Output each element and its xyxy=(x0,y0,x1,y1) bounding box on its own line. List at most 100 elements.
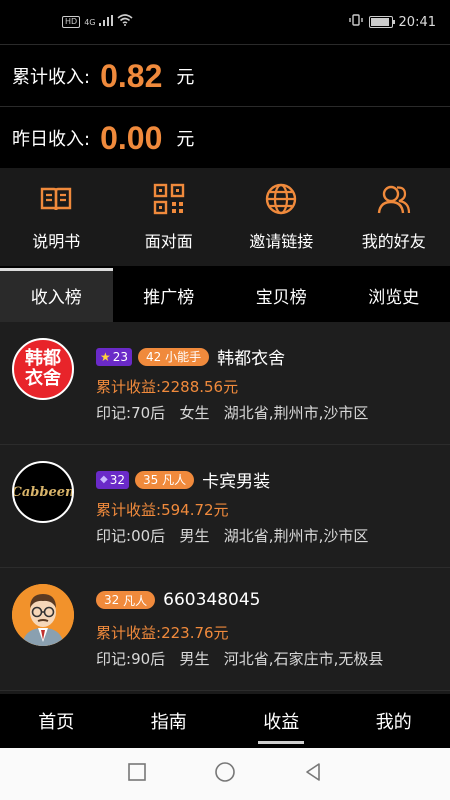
tag-age: 00后 xyxy=(131,527,166,545)
tag-label: 印记: xyxy=(96,527,132,545)
tag-age: 70后 xyxy=(131,404,166,422)
system-nav-bar xyxy=(0,748,450,800)
tag-location: 湖北省,荆州市,沙市区 xyxy=(223,527,369,545)
network-type: 4G xyxy=(84,17,96,27)
user-earnings: 累计收益:594.72元 xyxy=(96,499,229,520)
level-title: 凡人 xyxy=(162,473,187,487)
level-badge: 42 小能手 xyxy=(138,347,210,366)
star-badge: ★ 23 xyxy=(96,347,133,366)
status-left: HD 4G xyxy=(0,14,134,30)
face-to-face-label: 面对面 xyxy=(144,232,193,251)
earnings-value: 594.72元 xyxy=(161,501,229,519)
avatar: Cabbeen xyxy=(12,461,74,523)
tag-label: 印记: xyxy=(96,404,132,422)
tag-location: 湖北省,荆州市,沙市区 xyxy=(223,404,369,422)
tag-age: 90后 xyxy=(131,650,166,668)
nav-home[interactable]: 首页 xyxy=(0,694,113,748)
recent-apps-button[interactable] xyxy=(126,761,148,787)
list-item[interactable]: Cabbeen ◆ 32 35 凡人 卡宾男装 累计收益:594.72元 印记:… xyxy=(0,445,450,568)
diamond-count: 32 xyxy=(109,472,125,487)
level-title: 凡人 xyxy=(123,593,148,608)
earnings-value: 223.76元 xyxy=(161,624,229,642)
tag-gender: 男生 xyxy=(179,650,210,668)
user-list: 韩都 衣舍 ★ 23 42 小能手 韩都衣舍 累计收益:2288.56元 印记:… xyxy=(0,322,450,694)
diamond-icon: ◆ xyxy=(100,474,108,485)
face-to-face-button[interactable]: 面对面 xyxy=(113,168,226,266)
user-earnings: 累计收益:2288.56元 xyxy=(96,376,238,397)
my-friends-button[interactable]: 我的好友 xyxy=(338,168,450,266)
level-badge: 35 凡人 xyxy=(134,470,195,489)
user-name: 660348045 xyxy=(163,590,261,610)
tab-income-rank[interactable]: 收入榜 xyxy=(0,268,113,322)
clock: 20:41 xyxy=(398,14,436,30)
avatar: 韩都 衣舍 xyxy=(12,338,74,400)
star-icon: ★ xyxy=(100,349,111,364)
tag-gender: 女生 xyxy=(179,404,210,422)
user-tags: 印记:70后 女生 湖北省,荆州市,沙市区 xyxy=(96,402,368,423)
nav-mine[interactable]: 我的 xyxy=(338,694,450,748)
avatar xyxy=(12,584,74,646)
hd-indicator: HD xyxy=(62,16,81,28)
total-income-unit: 元 xyxy=(176,67,195,88)
diamond-badge: ◆ 32 xyxy=(96,470,129,489)
quick-menu: 说明书 面对面 邀请链接 我的好友 xyxy=(0,168,450,266)
level-number: 35 xyxy=(142,472,159,487)
invite-link-label: 邀请链接 xyxy=(249,232,314,251)
list-item[interactable]: 32 凡人 660348045 累计收益:223.76元 印记:90后 男生 河… xyxy=(0,568,450,691)
avatar-text: 衣舍 xyxy=(25,368,61,389)
user-earnings: 累计收益:223.76元 xyxy=(96,622,229,643)
user-tags: 印记:00后 男生 湖北省,荆州市,沙市区 xyxy=(96,525,368,546)
user-header: ★ 23 42 小能手 韩都衣舍 xyxy=(96,344,285,369)
friends-icon xyxy=(377,182,411,220)
yesterday-income-label: 昨日收入: xyxy=(12,129,91,150)
battery-icon xyxy=(368,16,395,28)
total-income-value: 0.82 xyxy=(100,57,163,94)
earnings-label: 累计收益: xyxy=(96,501,162,519)
cartoon-avatar-icon xyxy=(12,584,74,646)
home-button[interactable] xyxy=(214,761,236,787)
status-bar: HD 4G 20:41 xyxy=(0,0,450,44)
status-right: 20:41 xyxy=(348,13,450,31)
user-header: 32 凡人 660348045 xyxy=(96,590,260,610)
book-icon xyxy=(39,182,73,220)
user-header: ◆ 32 35 凡人 卡宾男装 xyxy=(96,467,270,492)
level-number: 42 xyxy=(146,349,162,364)
vibrate-icon xyxy=(348,13,363,31)
avatar-text: 韩都 xyxy=(25,348,61,369)
star-count: 23 xyxy=(112,349,129,364)
nav-guide[interactable]: 指南 xyxy=(113,694,226,748)
tab-browse-history[interactable]: 浏览史 xyxy=(338,268,450,322)
back-button[interactable] xyxy=(302,761,324,787)
tag-location: 河北省,石家庄市,无极县 xyxy=(223,650,384,668)
total-income-row: 累计收入: 0.82 元 xyxy=(0,44,450,107)
tab-promotion-rank[interactable]: 推广榜 xyxy=(113,268,226,322)
nav-earnings[interactable]: 收益 xyxy=(225,694,338,748)
user-name: 韩都衣舍 xyxy=(217,349,286,369)
avatar-logo-text: Cabbeen xyxy=(12,484,74,500)
list-item[interactable]: 韩都 衣舍 ★ 23 42 小能手 韩都衣舍 累计收益:2288.56元 印记:… xyxy=(0,322,450,445)
invite-link-button[interactable]: 邀请链接 xyxy=(225,168,338,266)
bottom-nav: 首页 指南 收益 我的 xyxy=(0,694,450,748)
square-icon xyxy=(128,763,146,781)
ranking-tabs: 收入榜 推广榜 宝贝榜 浏览史 xyxy=(0,268,450,322)
user-name: 卡宾男装 xyxy=(202,472,271,492)
total-income-label: 累计收入: xyxy=(12,67,91,88)
tag-label: 印记: xyxy=(96,650,132,668)
yesterday-income-unit: 元 xyxy=(176,129,195,150)
wifi-icon xyxy=(117,14,134,30)
tag-gender: 男生 xyxy=(179,527,210,545)
level-badge: 32 凡人 xyxy=(96,591,156,609)
earnings-value: 2288.56元 xyxy=(161,378,239,396)
tab-item-rank[interactable]: 宝贝榜 xyxy=(225,268,338,322)
manual-button[interactable]: 说明书 xyxy=(0,168,113,266)
earnings-label: 累计收益: xyxy=(96,378,162,396)
level-title: 小能手 xyxy=(165,350,202,364)
circle-icon xyxy=(215,762,235,782)
qrcode-icon xyxy=(152,182,186,220)
triangle-back-icon xyxy=(306,763,320,781)
my-friends-label: 我的好友 xyxy=(361,232,426,251)
globe-icon xyxy=(264,182,298,220)
level-number: 32 xyxy=(104,593,120,607)
signal-icon xyxy=(99,14,114,30)
yesterday-income-value: 0.00 xyxy=(100,119,163,156)
